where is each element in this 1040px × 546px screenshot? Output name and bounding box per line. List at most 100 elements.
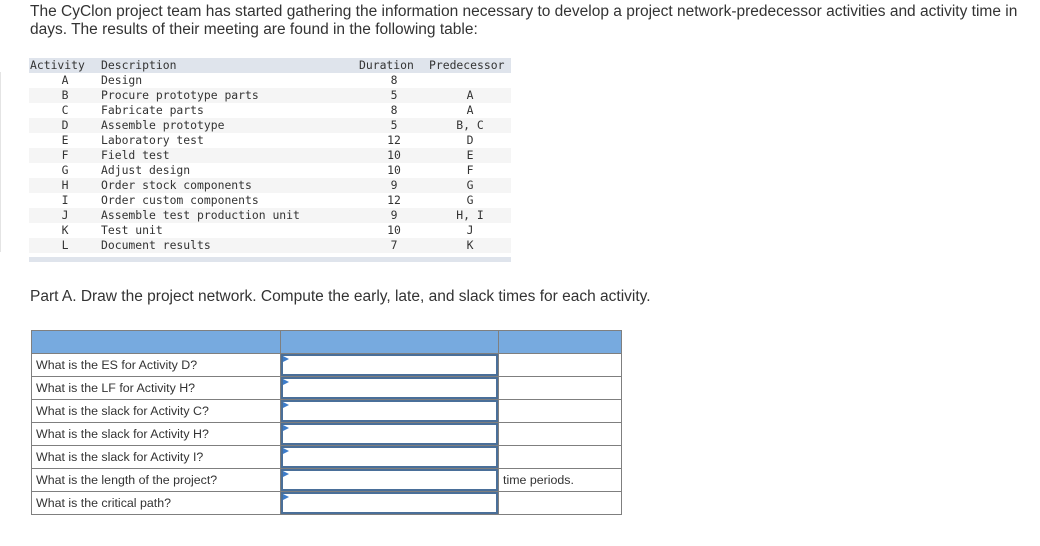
unit-label bbox=[498, 353, 622, 377]
duration-cell: 8 bbox=[390, 73, 398, 87]
question-row: What is the slack for Activity C? bbox=[31, 399, 622, 423]
predecessor-cell: B, C bbox=[456, 118, 484, 132]
input-marker-icon bbox=[283, 471, 289, 477]
description-cell: Test unit bbox=[101, 223, 163, 237]
question-label: What is the critical path? bbox=[31, 491, 281, 515]
duration-cell: 10 bbox=[387, 148, 401, 162]
answer-input[interactable] bbox=[283, 494, 496, 512]
predecessor-cell: H, I bbox=[456, 208, 484, 222]
predecessor-cell: G bbox=[466, 193, 474, 207]
activity-row: C Fabricate parts 8 A bbox=[29, 103, 511, 118]
activity-cell: A bbox=[61, 73, 69, 87]
description-cell: Field test bbox=[101, 148, 170, 162]
answer-field[interactable] bbox=[281, 492, 498, 514]
answer-field[interactable] bbox=[281, 400, 498, 422]
duration-cell: 7 bbox=[390, 238, 398, 252]
activity-table: Activity Description Duration Predecesso… bbox=[29, 58, 511, 262]
answer-field[interactable] bbox=[281, 354, 498, 376]
part-a-instructions: Part A. Draw the project network. Comput… bbox=[30, 288, 651, 305]
activity-row: B Procure prototype parts 5 A bbox=[29, 88, 511, 103]
question-row: What is the LF for Activity H? bbox=[31, 376, 622, 400]
activity-row: E Laboratory test 12 D bbox=[29, 133, 511, 148]
description-cell: Document results bbox=[101, 238, 211, 252]
activity-cell: J bbox=[61, 208, 69, 222]
duration-cell: 12 bbox=[387, 193, 401, 207]
answer-input[interactable] bbox=[283, 471, 496, 489]
header-predecessor: Predecessor bbox=[429, 58, 505, 72]
answer-input[interactable] bbox=[283, 402, 496, 420]
answer-field[interactable] bbox=[281, 423, 498, 445]
activity-row: L Document results 7 K bbox=[29, 238, 511, 253]
intro-text: The CyClon project team has started gath… bbox=[30, 3, 1018, 38]
activity-cell: F bbox=[61, 148, 69, 162]
activity-row: I Order custom components 12 G bbox=[29, 193, 511, 208]
unit-label bbox=[498, 491, 622, 515]
question-table-header bbox=[31, 330, 622, 354]
question-table: What is the ES for Activity D? What is th… bbox=[31, 330, 622, 515]
answer-field[interactable] bbox=[281, 469, 498, 491]
predecessor-cell: F bbox=[466, 163, 474, 177]
question-row: What is the slack for Activity H? bbox=[31, 422, 622, 446]
question-label: What is the slack for Activity C? bbox=[31, 399, 281, 423]
question-label: What is the slack for Activity H? bbox=[31, 422, 281, 446]
input-marker-icon bbox=[283, 448, 289, 454]
predecessor-cell: A bbox=[466, 103, 474, 117]
unit-label bbox=[498, 376, 622, 400]
left-divider bbox=[0, 72, 1, 252]
predecessor-cell: K bbox=[466, 238, 474, 252]
activity-cell: H bbox=[61, 178, 69, 192]
duration-cell: 12 bbox=[387, 133, 401, 147]
activity-table-footer-bar bbox=[29, 257, 511, 262]
activity-cell: K bbox=[61, 223, 69, 237]
description-cell: Assemble prototype bbox=[101, 118, 225, 132]
question-label: What is the LF for Activity H? bbox=[31, 376, 281, 400]
header-activity: Activity bbox=[30, 58, 85, 72]
description-cell: Design bbox=[101, 73, 143, 87]
question-label: What is the slack for Activity I? bbox=[31, 445, 281, 469]
header-description: Description bbox=[101, 58, 177, 72]
duration-cell: 10 bbox=[387, 163, 401, 177]
predecessor-cell: A bbox=[466, 88, 474, 102]
activity-row: J Assemble test production unit 9 H, I bbox=[29, 208, 511, 223]
answer-field[interactable] bbox=[281, 446, 498, 468]
activity-cell: G bbox=[61, 163, 69, 177]
answer-input[interactable] bbox=[283, 448, 496, 466]
question-row: What is the ES for Activity D? bbox=[31, 353, 622, 377]
description-cell: Assemble test production unit bbox=[101, 208, 300, 222]
duration-cell: 8 bbox=[390, 103, 398, 117]
activity-row: H Order stock components 9 G bbox=[29, 178, 511, 193]
duration-cell: 5 bbox=[390, 118, 398, 132]
duration-cell: 5 bbox=[390, 88, 398, 102]
description-cell: Order stock components bbox=[101, 178, 252, 192]
description-cell: Procure prototype parts bbox=[101, 88, 259, 102]
answer-input[interactable] bbox=[283, 425, 496, 443]
activity-table-header: Activity Description Duration Predecesso… bbox=[29, 58, 511, 73]
activity-row: G Adjust design 10 F bbox=[29, 163, 511, 178]
activity-cell: D bbox=[61, 118, 69, 132]
predecessor-cell: J bbox=[466, 223, 474, 237]
answer-input[interactable] bbox=[283, 356, 496, 374]
unit-label bbox=[498, 422, 622, 446]
answer-input[interactable] bbox=[283, 379, 496, 397]
input-marker-icon bbox=[283, 494, 289, 500]
question-row: What is the slack for Activity I? bbox=[31, 445, 622, 469]
question-row: What is the critical path? bbox=[31, 491, 622, 515]
activity-cell: I bbox=[61, 193, 69, 207]
activity-row: F Field test 10 E bbox=[29, 148, 511, 163]
description-cell: Laboratory test bbox=[101, 133, 204, 147]
activity-cell: B bbox=[61, 88, 69, 102]
answer-field[interactable] bbox=[281, 377, 498, 399]
activity-table-body: A Design 8 B Procure prototype parts 5 A C Fabri… bbox=[29, 73, 511, 253]
predecessor-cell: E bbox=[466, 148, 474, 162]
question-label: What is the ES for Activity D? bbox=[31, 353, 281, 377]
input-marker-icon bbox=[283, 402, 289, 408]
duration-cell: 10 bbox=[387, 223, 401, 237]
input-marker-icon bbox=[283, 379, 289, 385]
activity-cell: C bbox=[61, 103, 69, 117]
unit-label bbox=[498, 399, 622, 423]
header-duration: Duration bbox=[359, 58, 414, 72]
description-cell: Fabricate parts bbox=[101, 103, 204, 117]
input-marker-icon bbox=[283, 356, 289, 362]
predecessor-cell: D bbox=[466, 133, 474, 147]
description-cell: Order custom components bbox=[101, 193, 259, 207]
